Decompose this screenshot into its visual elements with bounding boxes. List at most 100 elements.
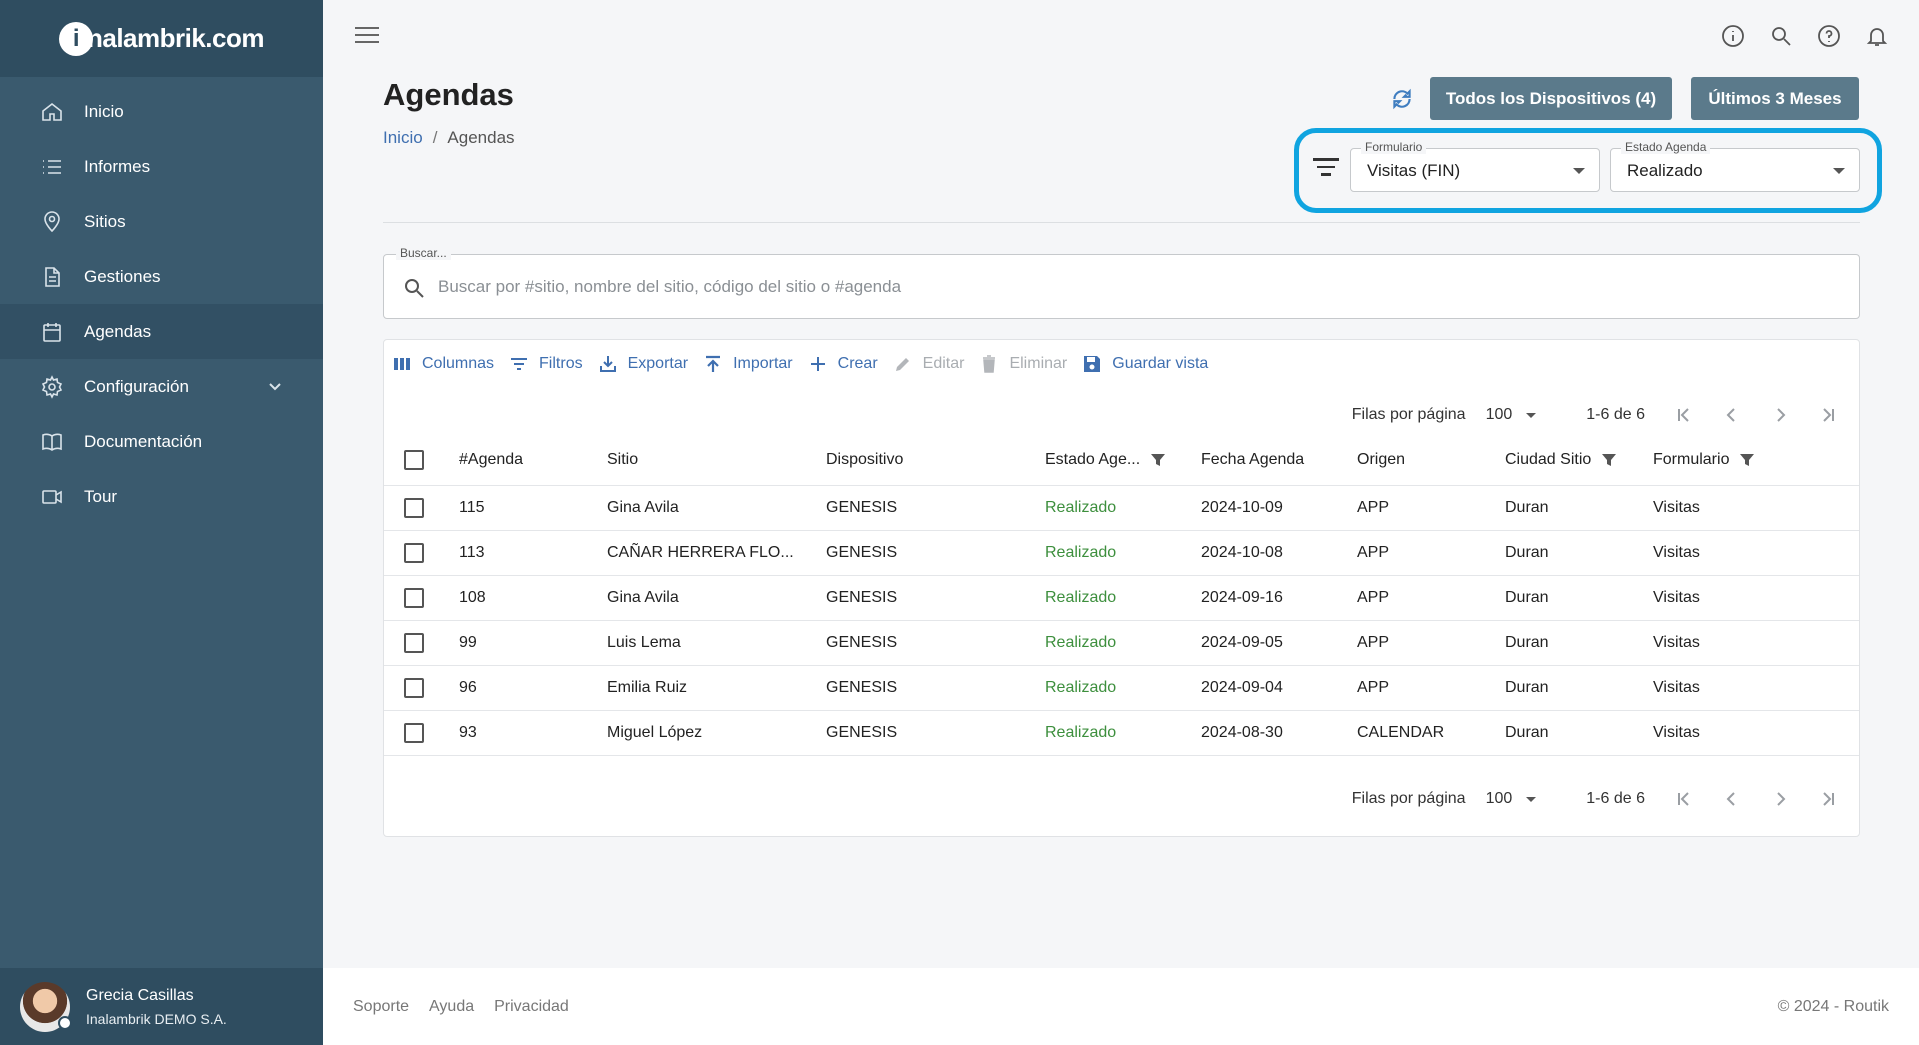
upload-icon <box>703 354 723 374</box>
document-icon <box>40 265 64 289</box>
sidebar-item-gestiones[interactable]: Gestiones <box>0 249 323 304</box>
estado-agenda-value: Realizado <box>1627 161 1703 180</box>
row-checkbox[interactable] <box>404 633 424 653</box>
last-page-icon[interactable] <box>1819 406 1837 424</box>
filter-list-icon[interactable] <box>1313 158 1339 182</box>
formulario-label: Formulario <box>1361 140 1427 154</box>
page-range: 1-6 de 6 <box>1586 406 1645 423</box>
sidebar-item-sitios[interactable]: Sitios <box>0 194 323 249</box>
logo-text: nalambrik.com <box>86 23 265 53</box>
edit-button[interactable]: Editar <box>893 354 964 374</box>
header-origen[interactable]: Origen <box>1357 434 1405 485</box>
cell-origen: APP <box>1357 679 1390 696</box>
cell-formulario: Visitas <box>1653 724 1700 741</box>
user-profile[interactable]: Grecia Casillas Inalambrik DEMO S.A. <box>0 968 323 1045</box>
filters-button[interactable]: Filtros <box>509 354 583 374</box>
save-view-label: Guardar vista <box>1112 355 1209 372</box>
chevron-down-icon[interactable] <box>267 378 283 399</box>
data-grid: Columnas Filtros Exportar Importar Crear… <box>383 339 1860 837</box>
download-icon <box>598 354 618 374</box>
search-input[interactable] <box>438 273 1818 301</box>
columns-button[interactable]: Columnas <box>392 354 494 374</box>
cell-formulario: Visitas <box>1653 544 1700 561</box>
rows-per-page-select[interactable]: 100 <box>1486 406 1537 424</box>
cell-fecha: 2024-09-04 <box>1201 679 1283 696</box>
table-header: #Agenda Sitio Dispositivo Estado Age... … <box>384 434 1859 486</box>
cell-origen: APP <box>1357 589 1390 606</box>
table-row[interactable]: 93 Miguel López GENESIS Realizado 2024-0… <box>384 711 1859 756</box>
header-estado[interactable]: Estado Age... <box>1045 434 1166 485</box>
sidebar-nav: Inicio Informes Sitios Gestiones Agendas… <box>0 84 323 524</box>
first-page-icon[interactable] <box>1675 406 1693 424</box>
funnel-icon[interactable] <box>1150 452 1166 468</box>
import-button[interactable]: Importar <box>703 354 793 374</box>
help-icon[interactable] <box>1817 24 1841 48</box>
header-agenda[interactable]: #Agenda <box>459 434 523 485</box>
cell-ciudad: Duran <box>1505 679 1549 696</box>
footer-link-privacidad[interactable]: Privacidad <box>494 998 569 1016</box>
table-row[interactable]: 108 Gina Avila GENESIS Realizado 2024-09… <box>384 576 1859 621</box>
header-dispositivo[interactable]: Dispositivo <box>826 434 903 485</box>
export-button[interactable]: Exportar <box>598 354 688 374</box>
next-page-icon[interactable] <box>1771 406 1789 424</box>
row-checkbox[interactable] <box>404 723 424 743</box>
brand-logo[interactable]: i nalambrik.com <box>0 0 323 77</box>
row-checkbox[interactable] <box>404 678 424 698</box>
table-row[interactable]: 96 Emilia Ruiz GENESIS Realizado 2024-09… <box>384 666 1859 711</box>
menu-icon[interactable] <box>355 27 379 47</box>
cell-agenda: 108 <box>459 589 486 606</box>
header-ciudad[interactable]: Ciudad Sitio <box>1505 434 1617 485</box>
formulario-select[interactable]: Formulario Visitas (FIN) <box>1350 140 1600 192</box>
sidebar-item-agendas[interactable]: Agendas <box>0 304 323 359</box>
dropdown-caret-icon <box>1573 168 1585 174</box>
first-page-icon[interactable] <box>1675 790 1693 808</box>
cell-estado: Realizado <box>1045 679 1117 696</box>
table-row[interactable]: 115 Gina Avila GENESIS Realizado 2024-10… <box>384 486 1859 531</box>
cell-agenda: 113 <box>459 544 485 561</box>
header-sitio[interactable]: Sitio <box>607 434 638 485</box>
save-view-button[interactable]: Guardar vista <box>1082 354 1208 374</box>
trash-icon <box>979 354 999 374</box>
header-fecha[interactable]: Fecha Agenda <box>1201 434 1304 485</box>
sidebar-item-tour[interactable]: Tour <box>0 469 323 524</box>
delete-button[interactable]: Eliminar <box>979 354 1067 374</box>
info-icon[interactable] <box>1721 24 1745 48</box>
search-field[interactable]: Buscar... <box>383 246 1860 319</box>
next-page-icon[interactable] <box>1771 790 1789 808</box>
table-row[interactable]: 99 Luis Lema GENESIS Realizado 2024-09-0… <box>384 621 1859 666</box>
bell-icon[interactable] <box>1865 24 1889 48</box>
footer-link-soporte[interactable]: Soporte <box>353 998 409 1016</box>
sidebar-item-informes[interactable]: Informes <box>0 139 323 194</box>
copyright: © 2024 - Routik <box>1777 998 1889 1015</box>
prev-page-icon[interactable] <box>1723 790 1741 808</box>
footer-link-ayuda[interactable]: Ayuda <box>429 998 474 1016</box>
all-devices-button[interactable]: Todos los Dispositivos (4) <box>1430 77 1672 120</box>
funnel-icon[interactable] <box>1739 452 1755 468</box>
create-button[interactable]: Crear <box>808 354 878 374</box>
rows-per-page-select[interactable]: 100 <box>1486 790 1537 808</box>
cell-dispositivo: GENESIS <box>826 679 898 696</box>
sidebar-item-documentacion[interactable]: Documentación <box>0 414 323 469</box>
estado-agenda-select[interactable]: Estado Agenda Realizado <box>1610 140 1860 192</box>
sidebar-item-inicio[interactable]: Inicio <box>0 84 323 139</box>
row-checkbox[interactable] <box>404 498 424 518</box>
select-all-checkbox[interactable] <box>404 449 424 470</box>
last-3-months-button[interactable]: Últimos 3 Meses <box>1691 77 1859 120</box>
search-icon[interactable] <box>1769 24 1793 48</box>
cell-agenda: 93 <box>459 724 477 741</box>
cell-estado: Realizado <box>1045 724 1117 741</box>
prev-page-icon[interactable] <box>1723 406 1741 424</box>
pagination-top: Filas por página 100 1-6 de 6 <box>1352 406 1837 424</box>
refresh-icon[interactable] <box>1389 86 1415 112</box>
sidebar-item-configuracion[interactable]: Configuración <box>0 359 323 414</box>
row-checkbox[interactable] <box>404 588 424 608</box>
table-row[interactable]: 113 CAÑAR HERRERA FLO... GENESIS Realiza… <box>384 531 1859 576</box>
funnel-icon[interactable] <box>1601 452 1617 468</box>
row-checkbox[interactable] <box>404 543 424 563</box>
header-formulario[interactable]: Formulario <box>1653 434 1755 485</box>
breadcrumb-home[interactable]: Inicio <box>383 128 423 147</box>
delete-label: Eliminar <box>1009 355 1068 372</box>
last-page-icon[interactable] <box>1819 790 1837 808</box>
dropdown-caret-icon <box>1526 796 1537 802</box>
sidebar-item-label: Sitios <box>84 211 126 231</box>
